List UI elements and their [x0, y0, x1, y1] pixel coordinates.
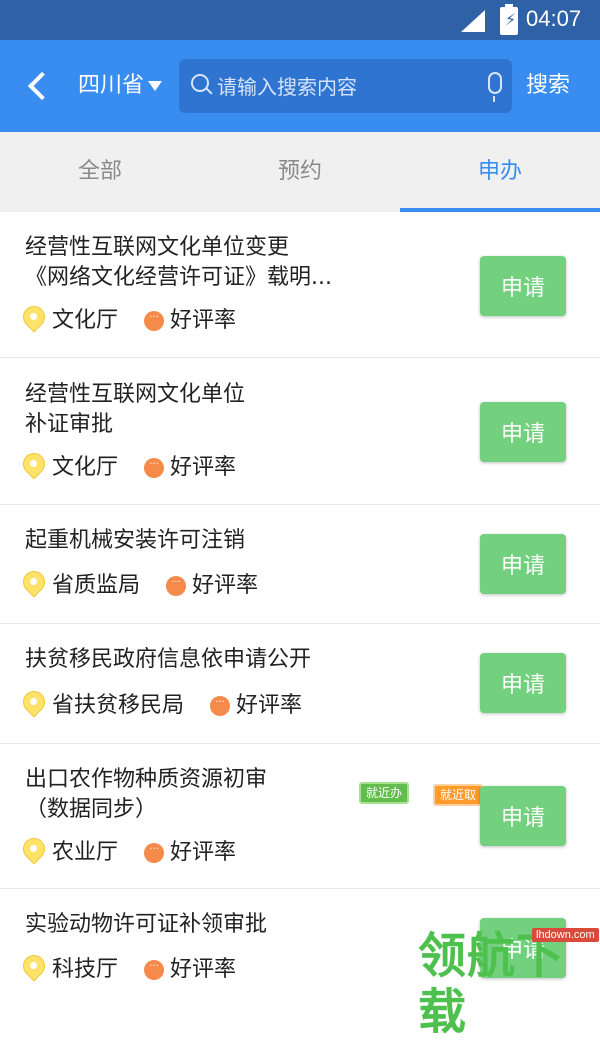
item-title: 起重机械安装许可注销	[25, 528, 246, 553]
item-title: 经营性互联网文化单位变更 《网络文化经营许可证》载明...	[25, 235, 332, 290]
rating-icon	[166, 570, 187, 602]
search-icon	[191, 74, 209, 92]
item-department: 省扶贫移民局	[52, 693, 185, 718]
item-meta: 省扶贫移民局 好评率	[22, 690, 302, 722]
apply-button[interactable]: 申请	[480, 534, 566, 594]
list-item[interactable]: 扶贫移民政府信息依申请公开 省扶贫移民局 好评率 申请	[0, 624, 600, 744]
search-input[interactable]	[215, 71, 469, 103]
clock: 04:07	[526, 6, 582, 31]
rating-icon	[144, 305, 165, 337]
location-pin-icon	[22, 954, 46, 986]
item-department: 文化厅	[52, 455, 119, 480]
location-pin-icon	[22, 305, 46, 337]
location-pin-icon	[22, 837, 46, 869]
apply-button[interactable]: 申请	[480, 786, 566, 846]
status-bar: ⚡ 04:07	[0, 0, 600, 40]
province-label: 四川省	[78, 73, 145, 98]
location-pin-icon	[22, 690, 46, 722]
list-item[interactable]: 起重机械安装许可注销 省质监局 好评率 申请	[0, 505, 600, 624]
list-item[interactable]: 出口农作物种质资源初审 （数据同步） 就近办 就近取 农业厅 好评率 申请	[0, 744, 600, 889]
back-icon[interactable]	[24, 68, 54, 104]
location-pin-icon	[22, 570, 46, 602]
item-department: 文化厅	[52, 308, 119, 333]
item-department: 省质监局	[52, 573, 141, 598]
apply-button[interactable]: 申请	[480, 256, 566, 316]
item-title: 经营性互联网文化单位 补证审批	[25, 382, 246, 437]
item-meta: 科技厅 好评率	[22, 954, 236, 986]
item-rating-label: 好评率	[170, 957, 237, 982]
tab-bar: 全部 预约 申办	[0, 132, 600, 212]
rating-icon	[144, 837, 165, 869]
item-rating-label: 好评率	[170, 840, 237, 865]
item-meta: 文化厅 好评率	[22, 452, 236, 484]
item-department: 农业厅	[52, 840, 119, 865]
item-rating-label: 好评率	[170, 308, 237, 333]
item-title: 扶贫移民政府信息依申请公开	[25, 647, 312, 672]
item-department: 科技厅	[52, 957, 119, 982]
apply-button[interactable]: 申请	[480, 402, 566, 462]
list-item[interactable]: 经营性互联网文化单位 补证审批 文化厅 好评率 申请	[0, 358, 600, 505]
item-meta: 文化厅 好评率	[22, 305, 236, 337]
rating-icon	[210, 690, 231, 722]
signal-icon	[461, 10, 485, 32]
item-title: 实验动物许可证补领审批	[25, 912, 268, 937]
item-rating-label: 好评率	[192, 573, 259, 598]
tab-apply[interactable]: 申办	[400, 132, 600, 212]
item-meta: 省质监局 好评率	[22, 570, 258, 602]
apply-button[interactable]: 申请	[480, 653, 566, 713]
nearby-service-badge: 就近办	[359, 782, 410, 804]
caret-down-icon	[148, 81, 163, 91]
watermark-logo: 领航下载 lhdown.com	[418, 918, 600, 1040]
battery-icon: ⚡	[500, 4, 518, 35]
nearby-pickup-badge: 就近取	[433, 784, 484, 806]
watermark-text: 领航下载	[418, 928, 566, 1040]
search-button[interactable]: 搜索	[526, 70, 570, 102]
list-item[interactable]: 经营性互联网文化单位变更 《网络文化经营许可证》载明... 文化厅 好评率 申请	[0, 212, 600, 358]
rating-icon	[144, 954, 165, 986]
item-title: 出口农作物种质资源初审 （数据同步）	[25, 767, 268, 822]
item-rating-label: 好评率	[236, 693, 303, 718]
service-list: 经营性互联网文化单位变更 《网络文化经营许可证》载明... 文化厅好评率 申请 …	[0, 212, 600, 987]
tab-all[interactable]: 全部	[0, 132, 200, 212]
item-meta: 农业厅 好评率	[22, 837, 236, 869]
search-box[interactable]	[179, 59, 512, 113]
tab-reservation[interactable]: 预约	[200, 132, 400, 212]
microphone-icon[interactable]	[488, 72, 502, 102]
app-bar: 四川省 搜索	[0, 40, 600, 132]
watermark-url: lhdown.com	[532, 928, 599, 942]
rating-icon	[144, 452, 165, 484]
province-selector[interactable]: 四川省	[78, 70, 163, 102]
location-pin-icon	[22, 452, 46, 484]
item-rating-label: 好评率	[170, 455, 237, 480]
